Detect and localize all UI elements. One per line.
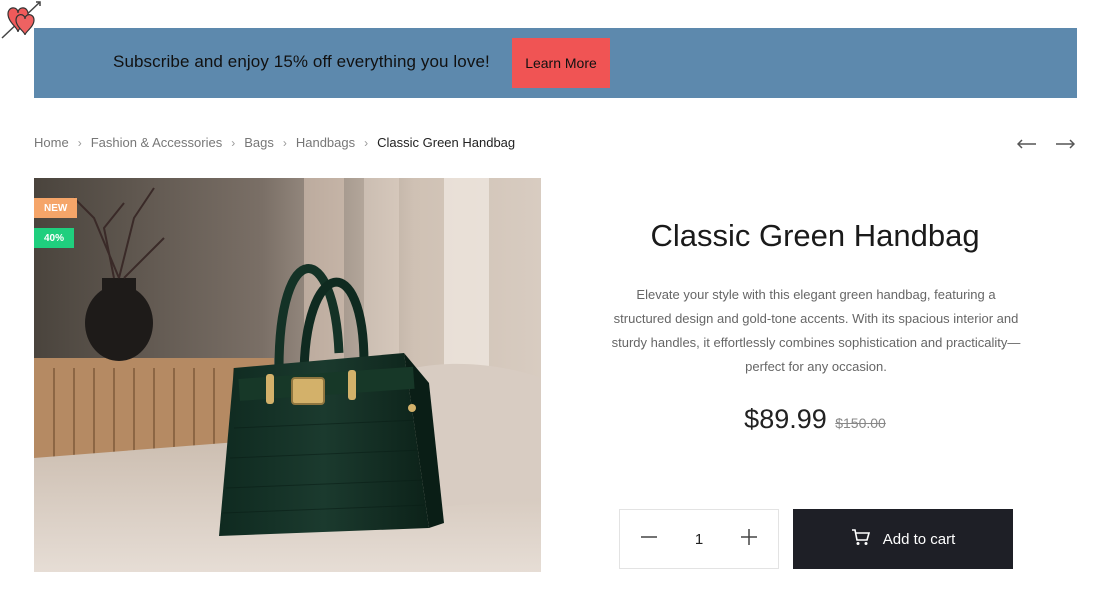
discount-badge: 40% <box>34 228 75 248</box>
add-to-cart-label: Add to cart <box>882 530 956 548</box>
product-nav <box>1016 137 1076 151</box>
minus-icon[interactable] <box>640 528 658 551</box>
price-block: $89.99 $150.00 <box>600 404 1030 435</box>
chevron-right-icon: › <box>282 135 287 150</box>
old-price: $150.00 <box>835 415 886 431</box>
arrow-right-icon[interactable] <box>1055 137 1076 151</box>
new-badge: NEW <box>34 198 78 218</box>
chevron-right-icon: › <box>77 135 82 150</box>
product-description: Elevate your style with this elegant gre… <box>611 287 1021 374</box>
breadcrumb-home[interactable]: Home <box>34 135 69 150</box>
breadcrumb-fashion[interactable]: Fashion & Accessories <box>91 135 223 150</box>
breadcrumb-current: Classic Green Handbag <box>377 135 516 150</box>
cart-icon <box>851 528 871 550</box>
add-to-cart-button[interactable]: Add to cart <box>793 509 1013 569</box>
arrow-left-icon[interactable] <box>1016 137 1037 151</box>
chevron-right-icon: › <box>231 135 236 150</box>
product-image[interactable] <box>34 178 541 572</box>
quantity-stepper: 1 <box>619 509 779 569</box>
breadcrumb: Home › Fashion & Accessories › Bags › Ha… <box>34 135 515 150</box>
banner-text: Subscribe and enjoy 15% off everything y… <box>113 52 490 71</box>
quantity-value[interactable]: 1 <box>695 531 703 548</box>
current-price: $89.99 <box>744 404 827 434</box>
breadcrumb-bags[interactable]: Bags <box>244 135 274 150</box>
breadcrumb-handbags[interactable]: Handbags <box>296 135 355 150</box>
plus-icon[interactable] <box>740 528 758 551</box>
product-title: Classic Green Handbag <box>650 218 980 253</box>
learn-more-button[interactable]: Learn More <box>512 38 610 88</box>
chevron-right-icon: › <box>364 135 369 150</box>
